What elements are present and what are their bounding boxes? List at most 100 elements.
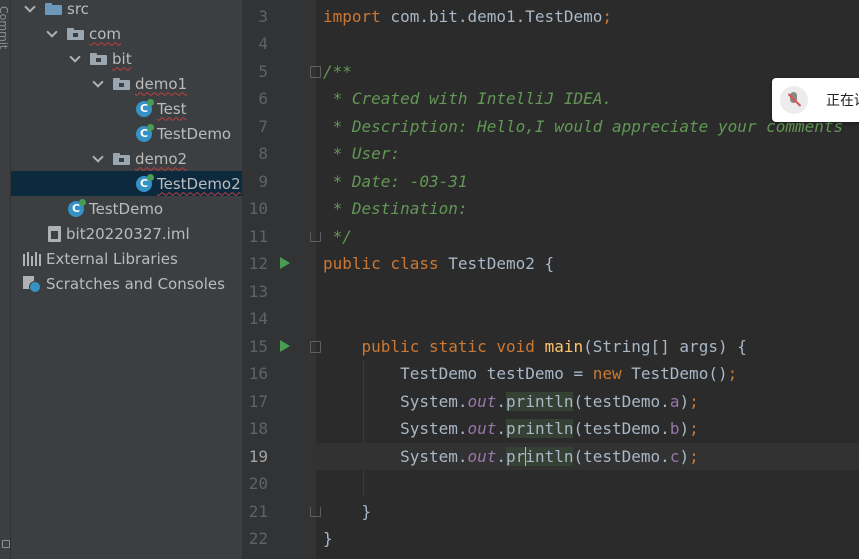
screen-share-notification[interactable]: 正在讲 — [772, 78, 859, 122]
code-text[interactable] — [316, 278, 859, 305]
tree-item-bit[interactable]: bit — [11, 46, 242, 71]
code-line[interactable]: 17 System.out.println(testDemo.a); — [242, 388, 859, 415]
line-number: 20 — [248, 474, 268, 493]
tree-item-scratches[interactable]: Scratches and Consoles — [11, 271, 242, 296]
code-line[interactable]: 7 * Description: Hello,I would appreciat… — [242, 113, 859, 140]
tool-window-stripe: Commit — [0, 0, 11, 559]
module-file-icon — [48, 225, 61, 242]
line-number: 7 — [258, 117, 268, 136]
code-line[interactable]: 13 — [242, 278, 859, 305]
line-number: 22 — [248, 529, 268, 548]
code-text[interactable]: * Date: -03-31 — [316, 168, 859, 195]
line-number: 5 — [258, 62, 268, 81]
run-icon[interactable] — [280, 340, 290, 352]
code-line[interactable]: 9 * Date: -03-31 — [242, 168, 859, 195]
scratches-icon — [23, 275, 41, 293]
tree-item-com[interactable]: com — [11, 21, 242, 46]
tree-item-label: External Libraries — [46, 249, 178, 268]
code-text[interactable] — [316, 470, 859, 497]
line-number: 4 — [258, 34, 268, 53]
chevron-down-icon[interactable] — [45, 27, 59, 41]
java-class-icon: C — [136, 98, 154, 117]
code-line[interactable]: 15 public static void main(String[] args… — [242, 333, 859, 360]
code-line[interactable]: 3 import com.bit.demo1.TestDemo; — [242, 3, 859, 30]
line-number: 15 — [248, 337, 268, 356]
code-text[interactable]: public class TestDemo2 { — [316, 250, 859, 277]
java-class-icon: C — [136, 123, 154, 142]
mute-mic-button[interactable] — [780, 86, 808, 114]
tree-item-src[interactable]: src — [11, 0, 242, 21]
code-line[interactable]: 8 * User: — [242, 140, 859, 167]
tree-item-iml[interactable]: bit20220327.iml — [11, 221, 242, 246]
line-number: 11 — [248, 227, 268, 246]
code-text[interactable]: import com.bit.demo1.TestDemo; — [316, 3, 859, 30]
line-number: 13 — [248, 282, 268, 301]
chevron-down-icon[interactable] — [91, 152, 105, 166]
tree-item-testdemo-root[interactable]: C TestDemo — [11, 196, 242, 221]
code-line[interactable]: 20 — [242, 470, 859, 497]
code-line[interactable]: 10 * Destination: — [242, 195, 859, 222]
code-text[interactable]: public static void main(String[] args) { — [316, 333, 859, 360]
package-icon — [90, 52, 107, 65]
package-icon — [67, 27, 84, 40]
tree-item-demo2[interactable]: demo2 — [11, 146, 242, 171]
code-text[interactable]: System.out.println(testDemo.a); — [316, 388, 859, 415]
code-line[interactable]: 11 */ — [242, 223, 859, 250]
code-line[interactable]: 4 — [242, 30, 859, 57]
code-text[interactable] — [316, 30, 859, 57]
line-number: 6 — [258, 89, 268, 108]
code-line[interactable]: 12 public class TestDemo2 { — [242, 250, 859, 277]
code-text[interactable]: System.out.println(testDemo.c); — [316, 443, 859, 470]
code-text[interactable]: } — [316, 525, 859, 552]
package-icon — [113, 77, 130, 90]
chevron-down-icon[interactable] — [68, 52, 82, 66]
line-number: 9 — [258, 172, 268, 191]
code-line[interactable]: 6 * Created with IntelliJ IDEA. — [242, 85, 859, 112]
tree-item-label: TestDemo2 — [157, 174, 241, 193]
tree-item-label: Scratches and Consoles — [46, 274, 225, 293]
code-line[interactable]: 14 — [242, 305, 859, 332]
code-text[interactable]: } — [316, 498, 859, 525]
source-folder-icon — [45, 2, 62, 15]
notification-text: 正在讲 — [826, 93, 859, 109]
line-number: 17 — [248, 392, 268, 411]
chevron-down-icon[interactable] — [91, 77, 105, 91]
run-icon[interactable] — [280, 257, 290, 269]
code-text[interactable]: TestDemo testDemo = new TestDemo(); — [316, 360, 859, 387]
package-icon — [113, 152, 130, 165]
tree-item-demo1[interactable]: demo1 — [11, 71, 242, 96]
tree-item-test[interactable]: C Test — [11, 96, 242, 121]
tree-item-testdemo[interactable]: C TestDemo — [11, 121, 242, 146]
code-line[interactable]: 5 /** — [242, 58, 859, 85]
code-text[interactable] — [316, 305, 859, 332]
tree-item-testdemo2[interactable]: C TestDemo2 — [11, 171, 242, 196]
tree-item-label: TestDemo — [157, 124, 232, 143]
code-text[interactable]: */ — [316, 223, 859, 250]
java-class-icon: C — [68, 198, 86, 217]
code-line[interactable]: 21 } — [242, 498, 859, 525]
project-tree: src com bit demo1 C Test C TestDemo demo… — [11, 0, 242, 559]
line-number: 19 — [248, 447, 268, 466]
tree-item-label: com — [89, 24, 122, 43]
tree-item-label: bit — [112, 49, 132, 68]
code-text[interactable]: System.out.println(testDemo.b); — [316, 415, 859, 442]
code-line-current[interactable]: 19 System.out.println(testDemo.c); — [242, 443, 859, 470]
code-text[interactable]: * User: — [316, 140, 859, 167]
line-number: 21 — [248, 502, 268, 521]
tree-item-label: demo1 — [135, 74, 188, 93]
tree-item-label: bit20220327.iml — [66, 224, 190, 243]
stripe-icon[interactable] — [2, 540, 10, 548]
line-number: 8 — [258, 144, 268, 163]
code-line[interactable]: 16 TestDemo testDemo = new TestDemo(); — [242, 360, 859, 387]
line-number: 14 — [248, 309, 268, 328]
code-line[interactable]: 18 System.out.println(testDemo.b); — [242, 415, 859, 442]
library-icon — [23, 251, 41, 266]
commit-tool-tab[interactable]: Commit — [0, 6, 10, 49]
code-text[interactable]: * Destination: — [316, 195, 859, 222]
chevron-down-icon[interactable] — [23, 2, 37, 16]
tree-item-label: TestDemo — [89, 199, 164, 218]
java-class-icon: C — [136, 173, 154, 192]
tree-item-external-libraries[interactable]: External Libraries — [11, 246, 242, 271]
code-line[interactable]: 22 } — [242, 525, 859, 552]
line-number: 18 — [248, 419, 268, 438]
